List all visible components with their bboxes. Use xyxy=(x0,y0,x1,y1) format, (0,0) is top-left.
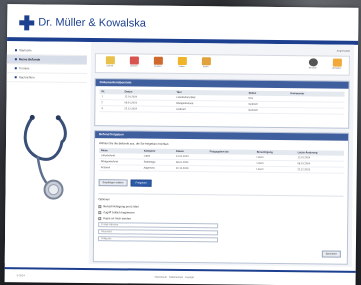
browser-page: Dr. Müller & Kowalska Startseite Meine B… xyxy=(4,4,359,285)
share-panel: Befund freigeben Wählen Sie die Befunde … xyxy=(92,130,350,265)
table-row[interactable]: Arztbrief Allgemein 22.12.2023 Lesen 22.… xyxy=(98,164,344,174)
user-icon xyxy=(308,58,318,67)
toolbar: Upload Löschen Drucken Ordner Archiv Ben… xyxy=(94,53,350,76)
documents-table: Nr. Datum Titel Status Kommentar 1 12.01… xyxy=(99,89,345,115)
share-intro: Wählen Sie die Befunde aus, die Sie frei… xyxy=(98,141,170,146)
print-button[interactable]: Drucken xyxy=(148,56,168,72)
checkbox[interactable] xyxy=(98,216,102,220)
sidebar-item-messages[interactable]: Nachrichten xyxy=(6,73,87,84)
footer-links[interactable]: Impressum · Datenschutz · Kontakt xyxy=(155,276,194,279)
folder-icon xyxy=(177,56,187,66)
stethoscope-icon xyxy=(23,114,67,200)
sidebar: Startseite Meine Befunde Termine Nachric… xyxy=(4,41,88,264)
documents-panel: Dokumentenübersicht Nr. Datum Titel Stat… xyxy=(94,78,350,129)
upload-icon xyxy=(105,56,115,65)
archive-button[interactable]: Archiv xyxy=(196,57,216,72)
checkbox[interactable] xyxy=(98,204,102,208)
user-status: Angemeldet xyxy=(336,49,351,53)
logout-icon xyxy=(332,58,342,67)
share-table: Name Kategorie Datum Freigegeben bis Ber… xyxy=(98,148,344,174)
brand-header: Dr. Müller & Kowalska xyxy=(7,4,359,41)
folder-button[interactable]: Ordner xyxy=(172,56,192,72)
save-button[interactable]: Speichern xyxy=(321,250,341,258)
footer-copyright: © 2024 xyxy=(16,274,25,278)
checkbox[interactable] xyxy=(98,210,102,214)
upload-button[interactable]: Upload xyxy=(100,56,120,71)
options-title: Optionen xyxy=(98,197,110,202)
archive-icon xyxy=(201,57,211,66)
logout-button[interactable]: Abmelden xyxy=(327,58,347,74)
main-content: Angemeldet Upload Löschen Drucken Ordner… xyxy=(88,42,355,267)
delete-button[interactable]: Löschen xyxy=(124,56,144,71)
message-field[interactable]: Nachricht xyxy=(98,229,219,236)
sidebar-nav: Startseite Meine Befunde Termine Nachric… xyxy=(6,41,88,84)
recipient-button[interactable]: Empfänger wählen xyxy=(98,179,128,187)
medical-cross-icon xyxy=(19,15,34,30)
document-link[interactable]: Arztbrief xyxy=(174,106,247,114)
share-button[interactable]: Freigeben xyxy=(130,179,152,187)
email-field[interactable]: E-Mail-Adresse xyxy=(98,222,219,229)
user-button[interactable]: Benutzer xyxy=(303,58,323,73)
delete-icon xyxy=(129,56,139,65)
valid-until-field[interactable]: Gültig bis xyxy=(97,236,219,243)
brand-title: Dr. Müller & Kowalska xyxy=(38,16,146,30)
print-icon xyxy=(153,56,163,65)
table-row[interactable]: 3 22.12.2023 Arztbrief Gelesen xyxy=(99,105,345,115)
